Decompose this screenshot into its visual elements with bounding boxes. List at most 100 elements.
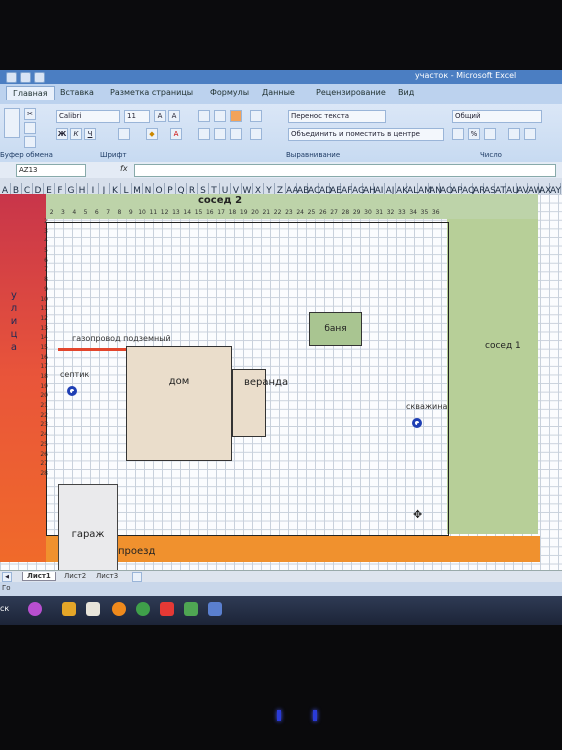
neighbor-2-label: сосед 2: [198, 195, 243, 206]
plan-number: 20: [251, 209, 259, 216]
cut-icon[interactable]: ✂: [24, 108, 36, 120]
network-icon[interactable]: [208, 602, 222, 616]
driveway-label: проезд: [118, 546, 156, 557]
chrome-icon[interactable]: [136, 602, 150, 616]
neighbor-1-label: сосед 1: [485, 341, 521, 351]
plan-number: 4: [72, 209, 77, 216]
font-size-select[interactable]: 11: [124, 110, 150, 123]
group-label-clipboard: Буфер обмена: [0, 151, 53, 159]
formula-bar: AZ13 fx: [0, 162, 562, 179]
tab-formulas[interactable]: Формулы: [210, 88, 249, 97]
yandex-icon[interactable]: [160, 602, 174, 616]
thousands-icon[interactable]: [484, 128, 496, 140]
number-format-select[interactable]: Общий: [452, 110, 542, 123]
percent-icon[interactable]: %: [468, 128, 480, 140]
merge-center-button[interactable]: Объединить и поместить в центре: [288, 128, 444, 141]
align-middle-icon[interactable]: [214, 110, 226, 122]
copy-icon[interactable]: [24, 122, 36, 134]
plan-number: 17: [217, 209, 225, 216]
bold-icon[interactable]: Ж: [56, 128, 68, 140]
plan-number: 18: [228, 209, 237, 216]
status-text: Го: [2, 584, 11, 592]
save-icon[interactable]: [6, 72, 17, 83]
monitor-bezel: [0, 0, 562, 70]
sheet-tab-1[interactable]: Лист1: [22, 572, 56, 581]
plan-number: 3: [61, 209, 65, 216]
font-color-icon[interactable]: A: [170, 128, 182, 140]
plan-number: 28: [341, 209, 350, 216]
borders-icon[interactable]: [118, 128, 130, 140]
septic-marker-icon: [67, 386, 77, 396]
undo-icon[interactable]: [20, 72, 31, 83]
plan-number-strip: 2 3 4 5 6 7 8 9 10 11 12 13 14 15 16 17 18 19 20 21 22 23 24 25…: [46, 207, 538, 219]
plan-number: 15: [194, 209, 203, 216]
tab-home[interactable]: Главная: [6, 86, 55, 100]
fill-color-icon[interactable]: ◆: [146, 128, 158, 140]
fx-icon[interactable]: fx: [120, 164, 128, 173]
excel-icon[interactable]: [184, 602, 198, 616]
sheet-tab-2[interactable]: Лист2: [60, 572, 90, 580]
currency-icon[interactable]: [452, 128, 464, 140]
format-painter-icon[interactable]: [24, 136, 36, 148]
decrease-decimal-icon[interactable]: [524, 128, 536, 140]
plan-number: 36: [431, 209, 440, 216]
name-box[interactable]: AZ13: [16, 164, 86, 177]
tab-view[interactable]: Вид: [398, 88, 414, 97]
app-icon[interactable]: [28, 602, 42, 616]
title-bar: участок - Microsoft Excel: [0, 70, 562, 84]
status-led-icon: [313, 710, 317, 721]
plan-number: 9: [128, 209, 133, 216]
taskbar: ск: [0, 596, 562, 625]
column-headers: A B C D E F G H I J K L M N O P Q R S T U V W X Y Z AAABACADAEAFAG…: [0, 178, 562, 195]
align-center-icon[interactable]: [214, 128, 226, 140]
tab-page-layout[interactable]: Разметка страницы: [110, 88, 193, 97]
plan-number: 27: [330, 209, 338, 216]
formula-input[interactable]: [134, 164, 556, 177]
italic-icon[interactable]: К: [70, 128, 82, 140]
new-sheet-icon[interactable]: [132, 572, 142, 582]
grow-font-icon[interactable]: A: [154, 110, 166, 122]
plan-number: 22: [273, 209, 282, 216]
tab-insert[interactable]: Вставка: [60, 88, 94, 97]
plan-number: 16: [205, 209, 214, 216]
plan-number: 11: [149, 209, 158, 216]
window-title: участок - Microsoft Excel: [415, 71, 517, 80]
folder-icon[interactable]: [62, 602, 76, 616]
plan-number: 14: [183, 209, 192, 216]
plan-number: 26: [318, 209, 327, 216]
plan-number: 31: [375, 209, 384, 216]
plan-number: 35: [420, 209, 429, 216]
plan-number: 21: [262, 209, 271, 216]
media-icon[interactable]: [112, 602, 126, 616]
indent-icon[interactable]: [250, 128, 262, 140]
sheet-tab-3[interactable]: Лист3: [92, 572, 122, 580]
align-top-icon[interactable]: [198, 110, 210, 122]
plan-number: 19: [239, 209, 248, 216]
neighbor-1-zone: [447, 219, 538, 534]
worksheet-grid[interactable]: улица 2 3 4 5 6 7 8 9 10 11 12 13 14 15 16 17 18 19 20 21 22…: [0, 194, 562, 614]
tab-data[interactable]: Данные: [262, 88, 295, 97]
align-left-icon[interactable]: [198, 128, 210, 140]
sheet-nav-icon[interactable]: ◀: [2, 572, 12, 582]
font-name-select[interactable]: Calibri: [56, 110, 120, 123]
start-button[interactable]: ск: [0, 604, 9, 613]
file-icon[interactable]: [86, 602, 100, 616]
orientation-icon[interactable]: [250, 110, 262, 122]
align-right-icon[interactable]: [230, 128, 242, 140]
bathhouse: баня: [309, 312, 362, 346]
plan-number: 13: [172, 209, 180, 216]
tab-review[interactable]: Рецензирование: [316, 88, 386, 97]
paste-icon[interactable]: [4, 108, 20, 138]
wrap-text-button[interactable]: Перенос текста: [288, 110, 386, 123]
shrink-font-icon[interactable]: A: [168, 110, 180, 122]
plan-number: 10: [138, 209, 146, 216]
plan-number: 25: [307, 209, 316, 216]
increase-decimal-icon[interactable]: [508, 128, 520, 140]
group-label-font: Шрифт: [100, 151, 127, 159]
ribbon: ✂ Calibri 11 A A Ж К Ч ◆ A Перенос текст…: [0, 104, 562, 163]
gas-pipe-label: газопровод подземный: [72, 334, 171, 343]
plan-number: 29: [352, 209, 361, 216]
redo-icon[interactable]: [34, 72, 45, 83]
align-bottom-icon[interactable]: [230, 110, 242, 122]
underline-icon[interactable]: Ч: [84, 128, 96, 140]
